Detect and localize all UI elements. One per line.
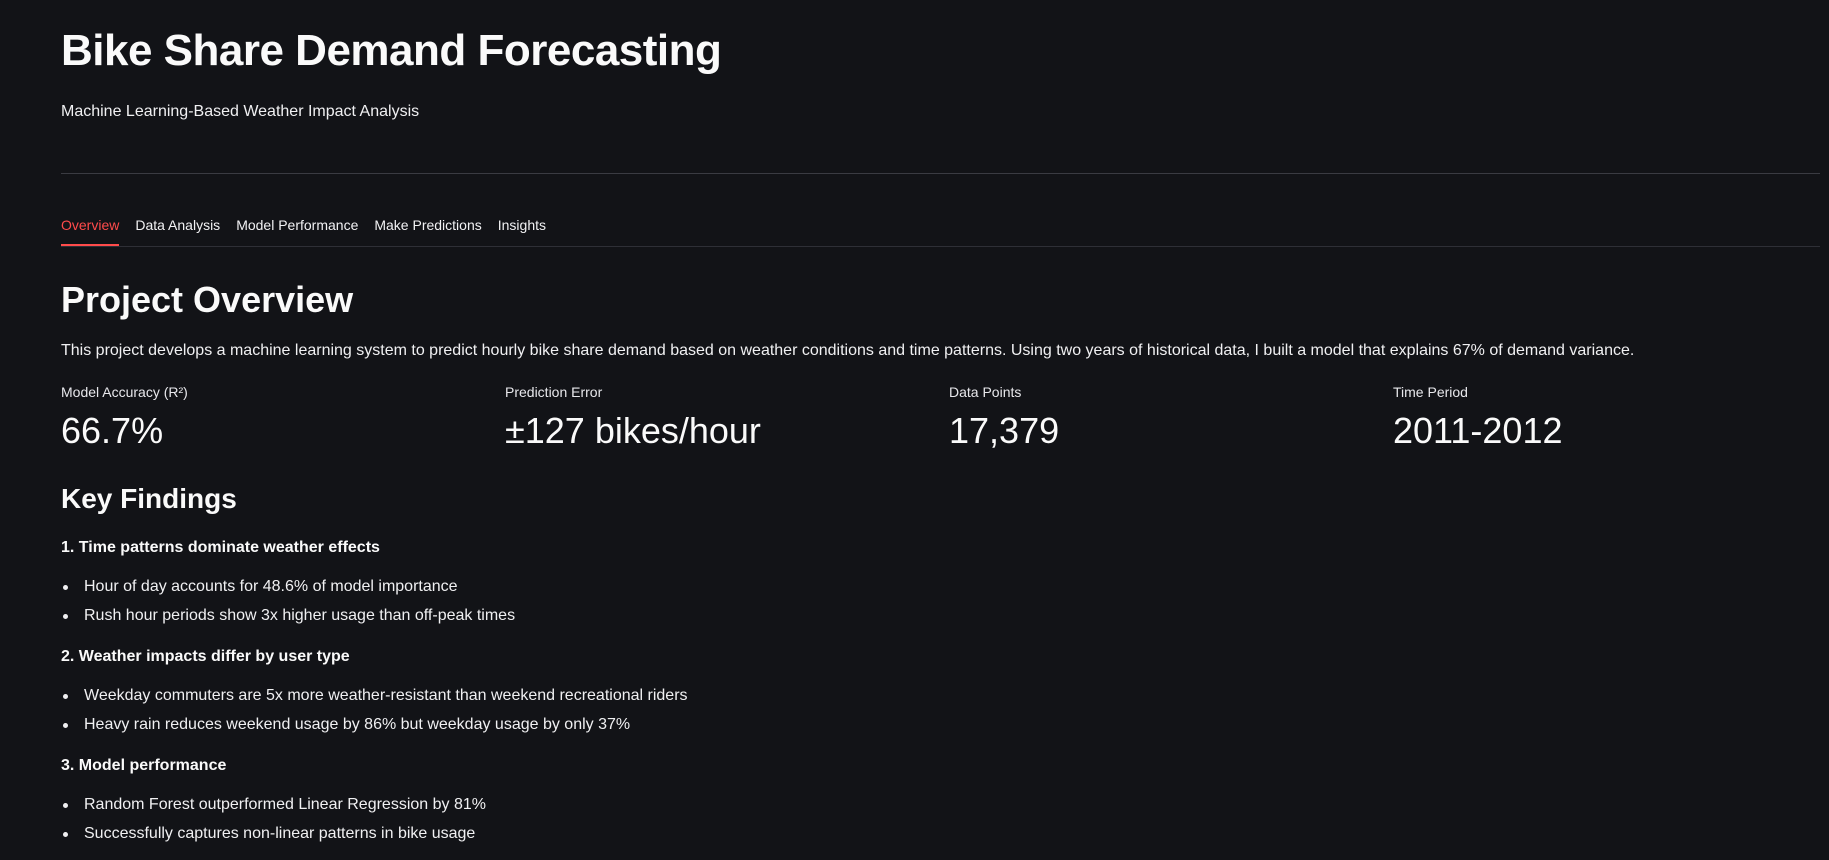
- list-item: Weekday commuters are 5x more weather-re…: [61, 684, 1061, 713]
- bullet-icon: [63, 694, 68, 699]
- metric-prediction-error: Prediction Error ±127 bikes/hour: [505, 384, 949, 452]
- tab-model-performance[interactable]: Model Performance: [236, 205, 358, 245]
- section-title: Project Overview: [61, 279, 354, 320]
- metric-time-period: Time Period 2011-2012: [1393, 384, 1829, 452]
- metric-label: Model Accuracy (R²): [61, 384, 188, 400]
- list-item: Rush hour periods show 3x higher usage t…: [61, 604, 1061, 633]
- list-item-text: Random Forest outperformed Linear Regres…: [84, 796, 486, 813]
- list-item: Random Forest outperformed Linear Regres…: [61, 793, 1061, 822]
- finding-list: Weekday commuters are 5x more weather-re…: [61, 684, 1061, 742]
- tab-bar: Overview Data Analysis Model Performance…: [61, 205, 1820, 247]
- app-root: Bike Share Demand Forecasting Machine Le…: [0, 0, 1829, 860]
- finding-heading: 2. Weather impacts differ by user type: [61, 648, 350, 665]
- metric-value: 66.7%: [61, 410, 164, 451]
- list-item-text: Rush hour periods show 3x higher usage t…: [84, 607, 516, 624]
- tab-insights[interactable]: Insights: [498, 205, 546, 245]
- metric-data-points: Data Points 17,379: [949, 384, 1393, 452]
- list-item-text: Hour of day accounts for 48.6% of model …: [84, 578, 458, 595]
- metric-value: ±127 bikes/hour: [505, 410, 761, 451]
- metric-label: Data Points: [949, 384, 1022, 400]
- list-item-text: Weekday commuters are 5x more weather-re…: [84, 687, 688, 704]
- finding-heading: 3. Model performance: [61, 757, 227, 774]
- page-subtitle: Machine Learning-Based Weather Impact An…: [61, 103, 420, 120]
- metric-value: 2011-2012: [1393, 410, 1563, 451]
- tab-data-analysis[interactable]: Data Analysis: [135, 205, 220, 245]
- key-findings-title: Key Findings: [61, 483, 237, 514]
- page-title: Bike Share Demand Forecasting: [61, 26, 722, 75]
- bullet-icon: [63, 803, 68, 808]
- metric-value: 17,379: [949, 410, 1060, 451]
- list-item-text: Heavy rain reduces weekend usage by 86% …: [84, 716, 631, 733]
- bullet-icon: [63, 614, 68, 619]
- list-item: Heavy rain reduces weekend usage by 86% …: [61, 713, 1061, 742]
- tab-overview[interactable]: Overview: [61, 205, 120, 246]
- list-item-text: Successfully captures non-linear pattern…: [84, 825, 476, 842]
- header-divider: [61, 173, 1820, 174]
- metric-model-accuracy: Model Accuracy (R²) 66.7%: [61, 384, 505, 452]
- bullet-icon: [63, 585, 68, 590]
- tab-make-predictions[interactable]: Make Predictions: [374, 205, 481, 245]
- key-findings: 1. Time patterns dominate weather effect…: [61, 536, 1061, 860]
- finding-list: Hour of day accounts for 48.6% of model …: [61, 575, 1061, 633]
- finding-list: Random Forest outperformed Linear Regres…: [61, 793, 1061, 851]
- list-item: Successfully captures non-linear pattern…: [61, 822, 1061, 851]
- bullet-icon: [63, 723, 68, 728]
- bullet-icon: [63, 832, 68, 837]
- metrics-row: Model Accuracy (R²) 66.7% Prediction Err…: [61, 384, 1820, 452]
- finding-heading: 1. Time patterns dominate weather effect…: [61, 539, 380, 556]
- list-item: Hour of day accounts for 48.6% of model …: [61, 575, 1061, 604]
- intro-paragraph: This project develops a machine learning…: [61, 342, 1635, 359]
- metric-label: Time Period: [1393, 384, 1468, 400]
- metric-label: Prediction Error: [505, 384, 603, 400]
